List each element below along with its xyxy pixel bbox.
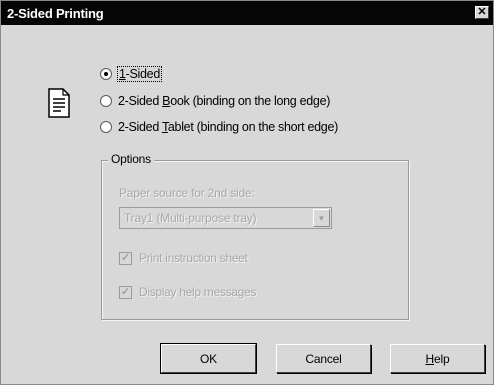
two-sided-printing-dialog: 2-Sided Printing ✕ 1-Sided 2-Sided Book … [0, 0, 494, 385]
radio-label-two-sided-book[interactable]: 2-Sided Book (binding on the long edge) [118, 94, 330, 108]
radio-two-sided-tablet[interactable]: 2-Sided Tablet (binding on the short edg… [100, 118, 338, 136]
print-instruction-checkbox[interactable]: ✓ [119, 251, 132, 265]
cancel-button[interactable]: Cancel [276, 344, 371, 373]
document-icon [48, 88, 70, 118]
paper-source-value: Tray1 (Multi-purpose tray) [124, 211, 257, 225]
print-instruction-row[interactable]: ✓ Print instruction sheet [119, 250, 248, 266]
display-help-row[interactable]: ✓ Display help messages [119, 284, 256, 300]
dialog-title: 2-Sided Printing [7, 5, 104, 21]
radio-button-one-sided[interactable] [100, 68, 112, 80]
help-button[interactable]: Help [390, 344, 485, 373]
radio-label-two-sided-tablet[interactable]: 2-Sided Tablet (binding on the short edg… [118, 120, 338, 134]
radio-button-two-sided-tablet[interactable] [100, 121, 112, 133]
radio-label-one-sided[interactable]: 1-Sided [117, 66, 162, 82]
radio-button-two-sided-book[interactable] [100, 95, 112, 107]
options-group-legend: Options [108, 152, 154, 166]
close-icon: ✕ [477, 6, 487, 18]
paper-source-select[interactable]: Tray1 (Multi-purpose tray) ▼ [119, 207, 332, 229]
radio-two-sided-book[interactable]: 2-Sided Book (binding on the long edge) [100, 92, 330, 110]
print-instruction-label: Print instruction sheet [139, 251, 248, 265]
display-help-label: Display help messages [139, 285, 257, 299]
paper-source-label: Paper source for 2nd side: [119, 186, 255, 200]
display-help-checkbox[interactable]: ✓ [119, 285, 132, 299]
ok-button[interactable]: OK [160, 343, 257, 374]
radio-one-sided[interactable]: 1-Sided [100, 65, 162, 83]
title-bar[interactable]: 2-Sided Printing ✕ [1, 1, 493, 25]
close-button[interactable]: ✕ [475, 6, 489, 19]
chevron-down-icon[interactable]: ▼ [313, 209, 330, 227]
